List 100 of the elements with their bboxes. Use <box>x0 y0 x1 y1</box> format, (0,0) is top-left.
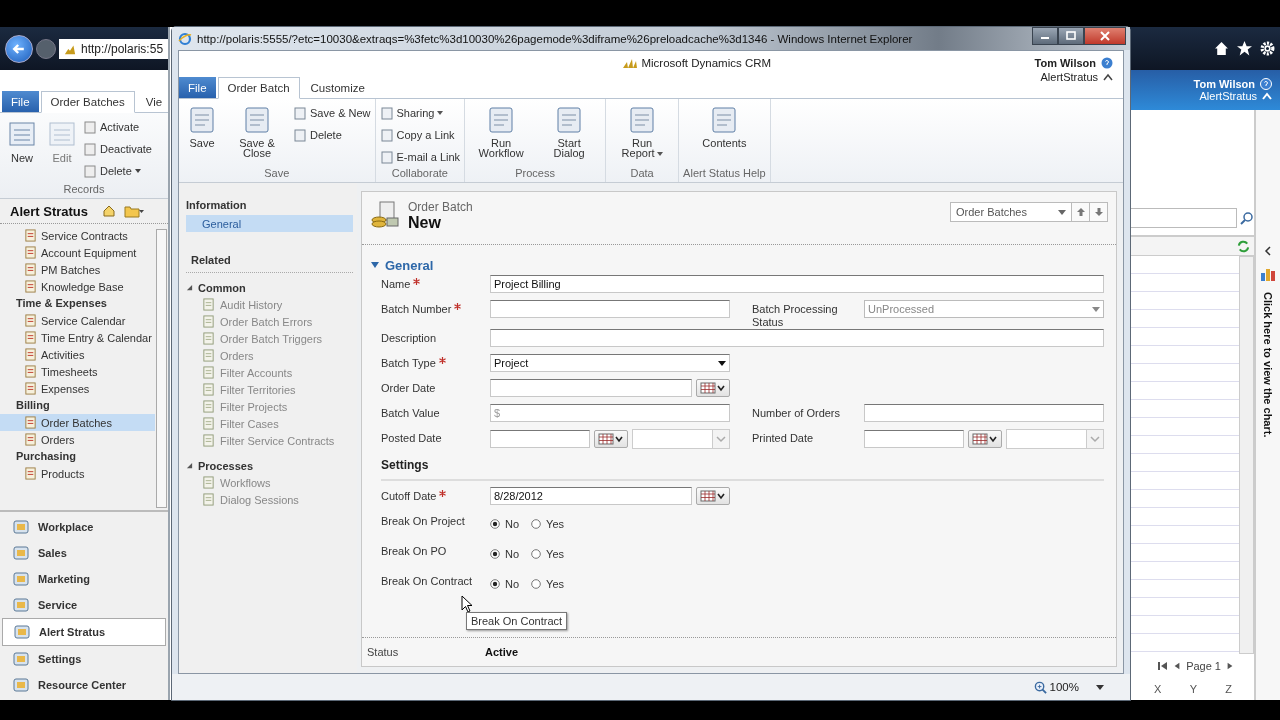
workspace-button[interactable]: Alert Stratus <box>2 618 166 646</box>
first-page-icon[interactable] <box>1158 661 1169 671</box>
chart-hint[interactable]: Click here to view the chart. <box>1262 292 1274 438</box>
ribbon-button[interactable]: Sharing <box>379 103 461 122</box>
radio-button[interactable] <box>490 519 500 529</box>
nav-item[interactable]: Service Calendar <box>0 312 155 329</box>
ribbon-button[interactable]: Delete <box>83 161 152 180</box>
text-field[interactable] <box>490 300 730 318</box>
ribbon-button[interactable]: Save & Close <box>225 103 289 167</box>
select-field[interactable]: Project <box>490 354 730 372</box>
workspace-button[interactable]: Workplace <box>2 514 166 540</box>
text-field[interactable] <box>490 329 1104 347</box>
ribbon-button[interactable]: Contents <box>698 103 751 167</box>
help-icon[interactable] <box>1260 78 1272 90</box>
ribbon-button[interactable]: Delete <box>293 125 371 144</box>
address-bar[interactable]: http://polaris:55 <box>59 38 168 59</box>
ribbon-button[interactable]: Start Dialog <box>537 103 602 167</box>
text-field[interactable]: Project Billing <box>490 275 1104 293</box>
scrollbar[interactable] <box>1239 256 1254 654</box>
bar-chart-icon[interactable] <box>1260 266 1276 282</box>
date-field[interactable]: 8/28/2012 <box>490 487 692 505</box>
user-name[interactable]: Tom Wilson <box>1034 57 1096 69</box>
record-set-select[interactable]: Order Batches <box>950 202 1072 222</box>
workspace-button[interactable]: Settings <box>2 646 166 672</box>
nav-group-header[interactable]: Common <box>186 279 357 296</box>
scrollbar[interactable] <box>156 229 167 508</box>
search-icon[interactable] <box>1240 211 1254 225</box>
jump-letter[interactable]: Y <box>1189 683 1197 695</box>
date-field[interactable] <box>490 379 692 397</box>
nav-item[interactable]: Orders <box>0 431 155 448</box>
nav-group-header[interactable]: Time & Expenses <box>0 295 155 312</box>
workspace-button[interactable]: Sales <box>2 540 166 566</box>
search-field[interactable] <box>1130 208 1237 228</box>
star-icon[interactable] <box>1237 41 1252 56</box>
next-record-button[interactable] <box>1090 202 1108 222</box>
nav-item[interactable]: Knowledge Base <box>0 278 155 295</box>
radio-button[interactable] <box>490 549 500 559</box>
radio-button[interactable] <box>531 579 542 589</box>
previous-record-button[interactable] <box>1072 202 1090 222</box>
help-icon[interactable] <box>1101 57 1113 69</box>
nav-item[interactable]: Service Contracts <box>0 227 155 244</box>
ribbon-tab[interactable]: Order Batches <box>40 91 135 113</box>
settings-icon[interactable] <box>1260 41 1275 56</box>
nav-item[interactable]: Timesheets <box>0 363 155 380</box>
ribbon-button[interactable]: Save & New <box>293 103 371 122</box>
jump-letter[interactable]: Z <box>1225 683 1232 695</box>
dropdown-icon[interactable] <box>1096 684 1104 690</box>
collapse-icon[interactable] <box>1103 73 1113 81</box>
radio-button[interactable] <box>490 579 500 589</box>
nav-item[interactable]: General <box>186 215 353 232</box>
user-name[interactable]: Tom Wilson <box>1193 78 1255 90</box>
ribbon-tab[interactable]: Customize <box>301 77 374 98</box>
next-page-icon[interactable] <box>1226 661 1234 671</box>
calendar-button[interactable] <box>696 379 730 397</box>
radio-button[interactable] <box>531 549 542 559</box>
nav-group-header[interactable]: Purchasing <box>0 448 155 465</box>
close-button[interactable] <box>1084 27 1126 45</box>
refresh-icon[interactable] <box>1237 239 1250 253</box>
ribbon-button[interactable]: E-mail a Link <box>379 147 461 166</box>
nav-item[interactable]: PM Batches <box>0 261 155 278</box>
ribbon-button[interactable]: Copy a Link <box>379 125 461 144</box>
ribbon-tab[interactable]: Order Batch <box>217 77 300 99</box>
ribbon-button[interactable]: Save <box>183 103 221 167</box>
expand-icon[interactable] <box>1264 246 1272 256</box>
nav-group-header[interactable]: Processes <box>186 457 357 474</box>
ribbon-button[interactable]: New <box>3 117 41 183</box>
forward-button[interactable] <box>36 38 56 59</box>
jump-letter[interactable]: X <box>1154 683 1162 695</box>
workspace-button[interactable]: Service <box>2 592 166 618</box>
minimize-button[interactable] <box>1032 27 1058 45</box>
home-icon[interactable] <box>1214 41 1229 56</box>
ribbon-button[interactable]: Deactivate <box>83 139 152 158</box>
nav-item[interactable]: Products <box>0 465 155 482</box>
workspace-button[interactable]: Resource Center <box>2 672 166 698</box>
ribbon-tab[interactable]: Vie <box>136 91 172 112</box>
nav-group-header[interactable]: Billing <box>0 397 155 414</box>
section-header[interactable]: General <box>371 255 1104 275</box>
date-field[interactable] <box>490 430 590 448</box>
zoom-level[interactable]: 100% <box>1049 681 1079 693</box>
nav-item[interactable]: Expenses <box>0 380 155 397</box>
ribbon-button[interactable]: Activate <box>83 117 152 136</box>
text-field[interactable] <box>864 404 1104 422</box>
ribbon-button[interactable]: Run Report <box>610 103 675 167</box>
workspace-button[interactable]: Marketing <box>2 566 166 592</box>
radio-button[interactable] <box>531 519 542 529</box>
ribbon-tab[interactable]: File <box>179 77 216 98</box>
ribbon-button[interactable]: Run Workflow <box>469 103 534 167</box>
folder-icon[interactable] <box>124 204 145 218</box>
nav-item[interactable]: Account Equipment <box>0 244 155 261</box>
date-field[interactable] <box>864 430 964 448</box>
maximize-button[interactable] <box>1058 27 1084 45</box>
previous-page-icon[interactable] <box>1173 661 1182 671</box>
calendar-button[interactable] <box>968 430 1002 448</box>
ribbon-tab[interactable]: File <box>2 91 39 112</box>
back-button[interactable] <box>5 34 33 63</box>
nav-item[interactable]: Activities <box>0 346 155 363</box>
calendar-button[interactable] <box>594 430 628 448</box>
calendar-button[interactable] <box>696 487 730 505</box>
zoom-icon[interactable] <box>1033 680 1047 694</box>
nav-item[interactable]: Time Entry & Calendar <box>0 329 155 346</box>
